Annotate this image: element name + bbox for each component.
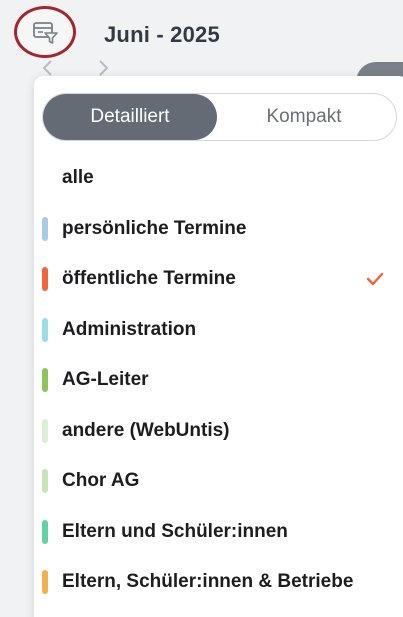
category-label: Eltern und Schüler:innen xyxy=(62,520,288,542)
category-label: Eltern, Schüler:innen & Betriebe xyxy=(62,571,354,593)
category-color-bar xyxy=(42,570,48,595)
category-color-bar xyxy=(42,216,48,241)
category-label: andere (WebUntis) xyxy=(62,419,230,441)
category-color-bar xyxy=(42,418,48,443)
toggle-detailliert[interactable]: Detailliert xyxy=(43,94,217,140)
category-item[interactable]: alle xyxy=(34,153,403,204)
chevron-right-icon[interactable] xyxy=(93,58,113,78)
category-color-bar xyxy=(42,317,48,342)
category-item[interactable]: AG-Leiter xyxy=(34,355,403,406)
toggle-kompakt[interactable]: Kompakt xyxy=(217,94,391,140)
category-item[interactable]: öffentliche Termine xyxy=(34,254,403,305)
category-label: persönliche Termine xyxy=(62,217,247,239)
calendar-screen: Juni - 2025 Detailliert Kompakt alle pers… xyxy=(0,0,403,617)
category-color-bar xyxy=(42,368,48,393)
category-color-bar xyxy=(42,519,48,544)
category-list: alle persönliche Termine öffentliche Termi… xyxy=(34,153,403,608)
filter-button[interactable] xyxy=(14,6,76,58)
calendar-filter-icon xyxy=(33,22,58,44)
category-color-bar xyxy=(42,267,48,292)
category-label: AG-Leiter xyxy=(62,369,149,391)
category-label: Administration xyxy=(62,318,197,340)
category-item[interactable]: Chor AG xyxy=(34,456,403,507)
category-label: Chor AG xyxy=(62,470,140,492)
category-label: öffentliche Termine xyxy=(62,268,236,290)
category-item[interactable]: Eltern und Schüler:innen xyxy=(34,507,403,558)
filter-dropdown: Detailliert Kompakt alle persönliche Term… xyxy=(34,76,403,617)
month-title: Juni - 2025 xyxy=(104,22,220,47)
category-item[interactable]: persönliche Termine xyxy=(34,204,403,255)
view-mode-toggle: Detailliert Kompakt xyxy=(42,93,397,141)
category-color-bar xyxy=(42,469,48,494)
category-item[interactable]: andere (WebUntis) xyxy=(34,406,403,457)
checkmark-icon xyxy=(366,273,384,286)
category-item[interactable]: Eltern, Schüler:innen & Betriebe xyxy=(34,557,403,608)
category-label: alle xyxy=(62,167,94,189)
category-item[interactable]: Administration xyxy=(34,305,403,356)
chevron-left-icon[interactable] xyxy=(38,58,58,78)
